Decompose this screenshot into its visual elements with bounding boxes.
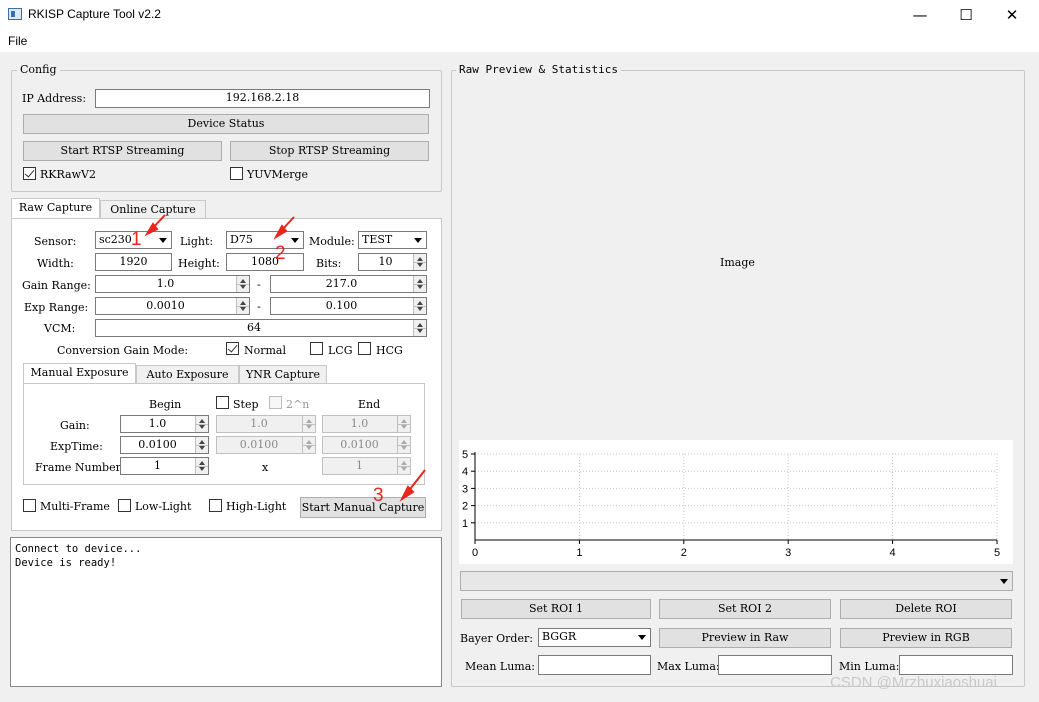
annotation-3: 3 (373, 485, 384, 506)
annotation-2: 2 (275, 243, 286, 264)
watermark: CSDN @Mrzhuxiaoshuai (830, 674, 997, 691)
arrow-2-head-icon (273, 224, 288, 240)
annotation-arrows (144, 214, 426, 502)
